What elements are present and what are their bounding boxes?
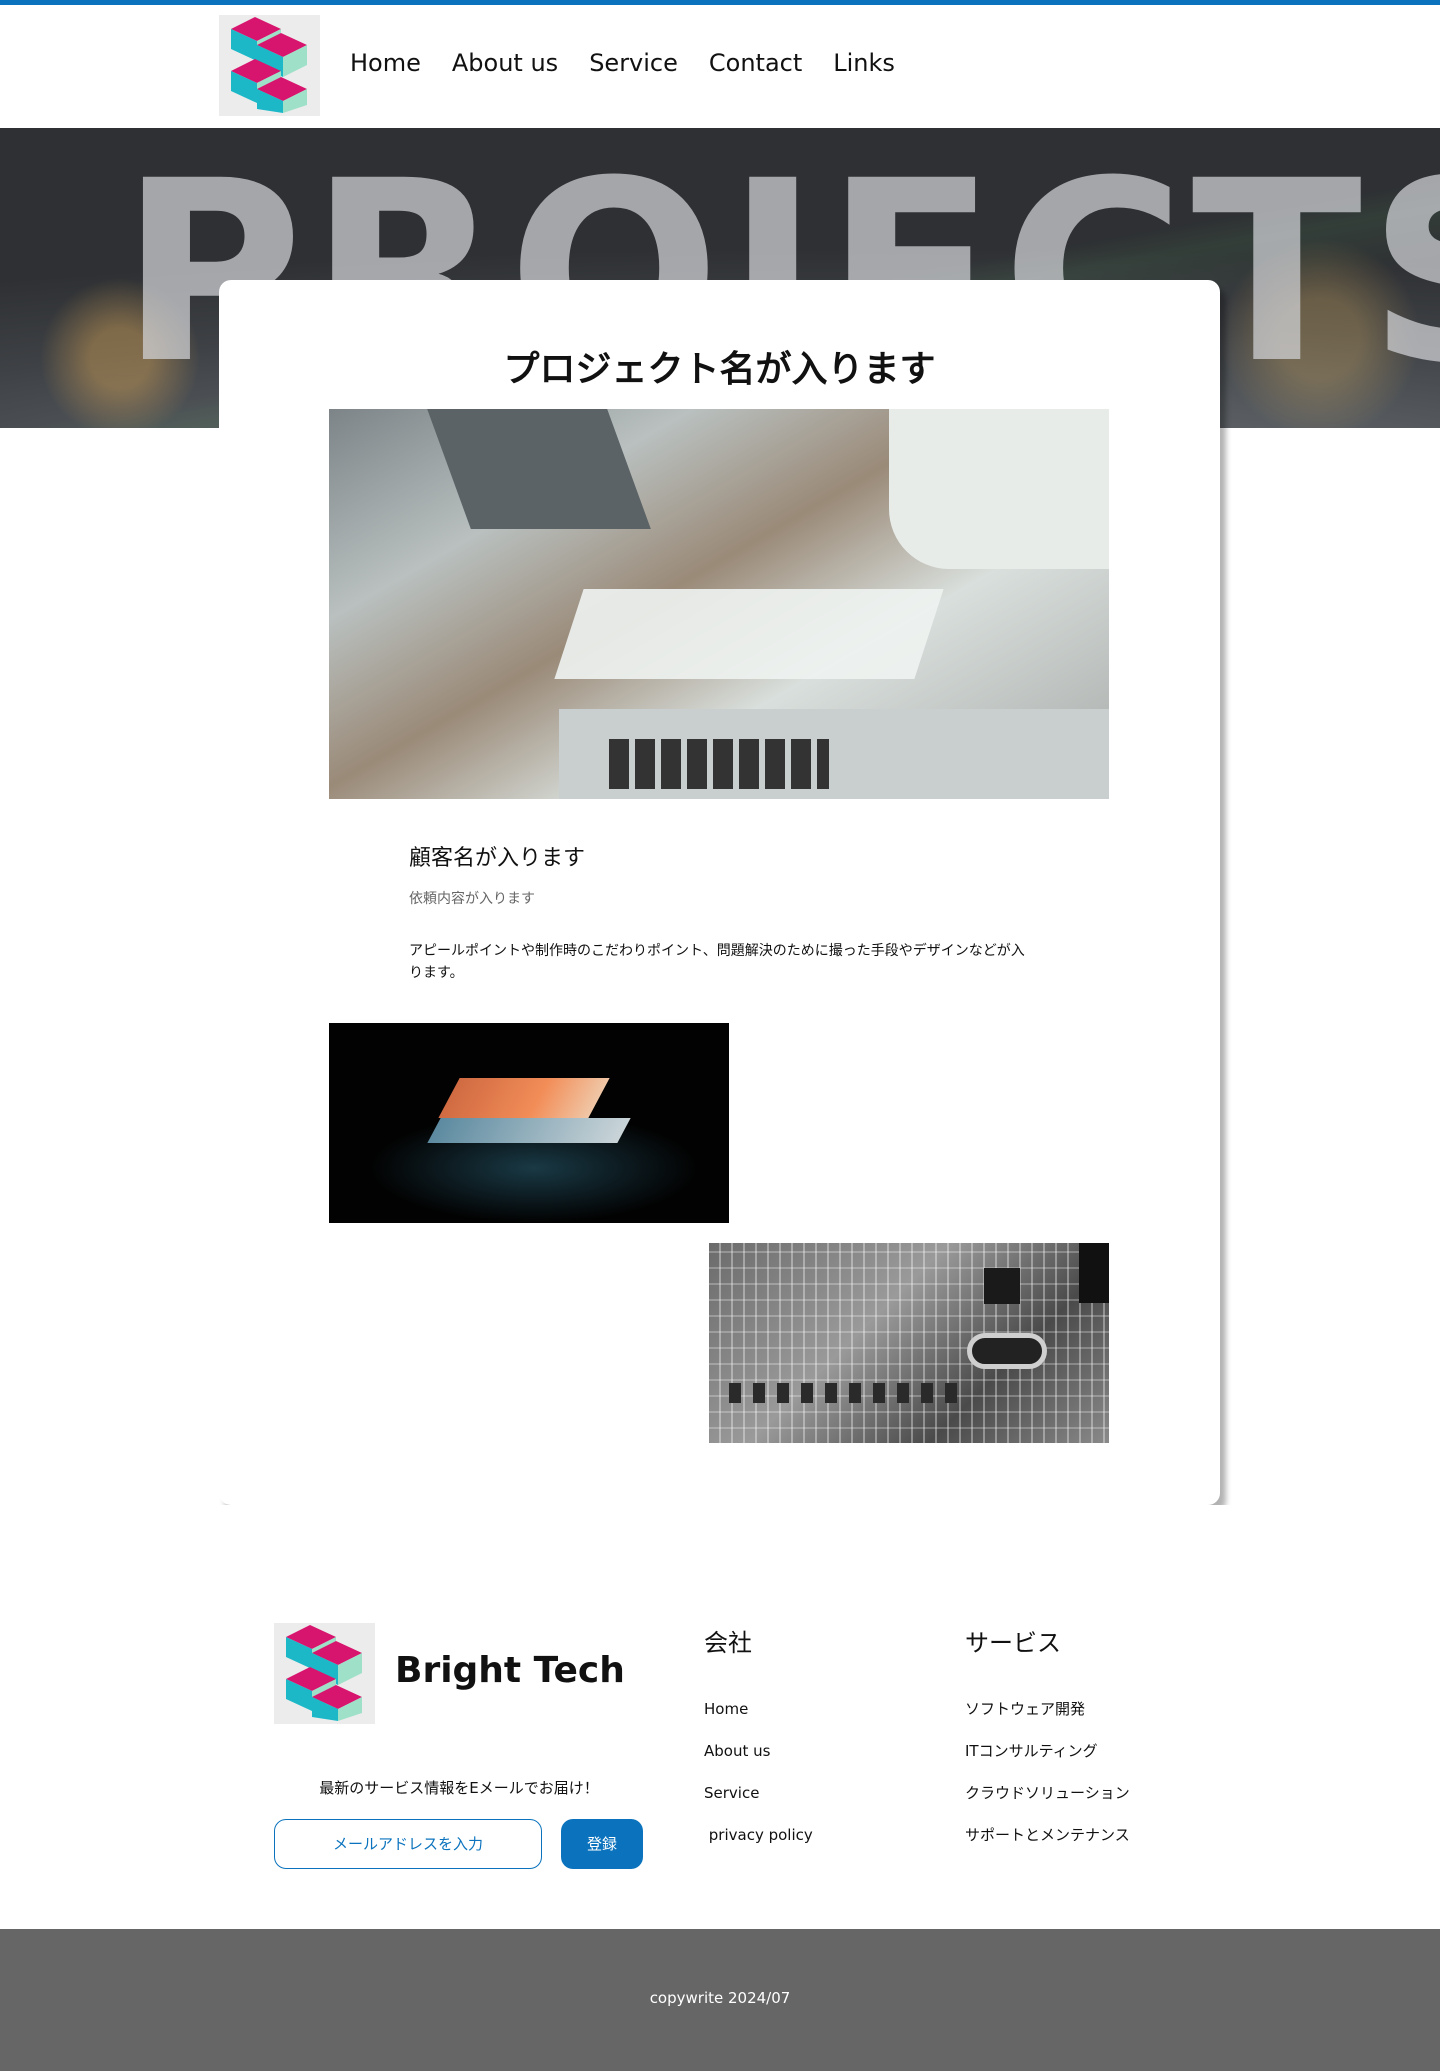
laptop-image — [329, 1023, 729, 1223]
circuit-board-image — [709, 1243, 1109, 1443]
nav-about-us[interactable]: About us — [452, 49, 558, 77]
project-description: アピールポイントや制作時のこだわりポイント、問題解決のために撮った手段やデザイン… — [409, 943, 1025, 982]
footer-logo[interactable] — [274, 1623, 375, 1724]
footer-link-cloud-solutions[interactable]: クラウドソリューション — [965, 1772, 1130, 1814]
nav-home[interactable]: Home — [350, 49, 421, 77]
footer-link-software-dev[interactable]: ソフトウェア開発 — [965, 1688, 1130, 1730]
copyright-text: copywrite 2024/07 — [649, 1989, 791, 2007]
logo[interactable] — [219, 15, 320, 116]
project-card: プロジェクト名が入ります 顧客名が入ります 依頼内容が入ります アピールポイント… — [219, 280, 1220, 1505]
footer-company-column: 会社 Home About us Service privacy policy — [704, 1623, 813, 1856]
client-name: 顧客名が入ります — [409, 846, 586, 871]
footer-services-heading: サービス — [965, 1629, 1061, 1657]
copyright-bar: copywrite 2024/07 — [0, 1929, 1440, 2071]
site-footer: Bright Tech 最新のサービス情報をEメールでお届け！ メールアドレスを… — [0, 1505, 1440, 1930]
request-content: 依頼内容が入ります — [409, 891, 535, 907]
subscribe-button[interactable]: 登録 — [561, 1819, 643, 1869]
footer-link-home[interactable]: Home — [704, 1688, 813, 1730]
footer-link-privacy-policy[interactable]: privacy policy — [704, 1814, 813, 1856]
nav-service[interactable]: Service — [589, 49, 678, 77]
nav-links[interactable]: Links — [833, 49, 895, 77]
nav-contact[interactable]: Contact — [709, 49, 802, 77]
project-main-image — [329, 409, 1109, 799]
footer-link-support-maintenance[interactable]: サポートとメンテナンス — [965, 1814, 1130, 1856]
cube-logo-icon — [286, 1625, 362, 1721]
footer-services-column: サービス ソフトウェア開発 ITコンサルティング クラウドソリューション サポー… — [965, 1623, 1130, 1856]
site-header: Home About us Service Contact Links — [0, 5, 1440, 128]
project-title: プロジェクト名が入ります — [503, 349, 936, 390]
footer-brand-name: Bright Tech — [395, 1650, 625, 1691]
main-nav: Home About us Service Contact Links — [350, 49, 895, 77]
email-input[interactable]: メールアドレスを入力 — [274, 1819, 542, 1869]
footer-link-service[interactable]: Service — [704, 1772, 813, 1814]
cube-logo-icon — [231, 17, 307, 113]
newsletter-text: 最新のサービス情報をEメールでお届け！ — [319, 1779, 599, 1797]
footer-link-about-us[interactable]: About us — [704, 1730, 813, 1772]
footer-company-heading: 会社 — [704, 1629, 752, 1657]
footer-link-it-consulting[interactable]: ITコンサルティング — [965, 1730, 1130, 1772]
